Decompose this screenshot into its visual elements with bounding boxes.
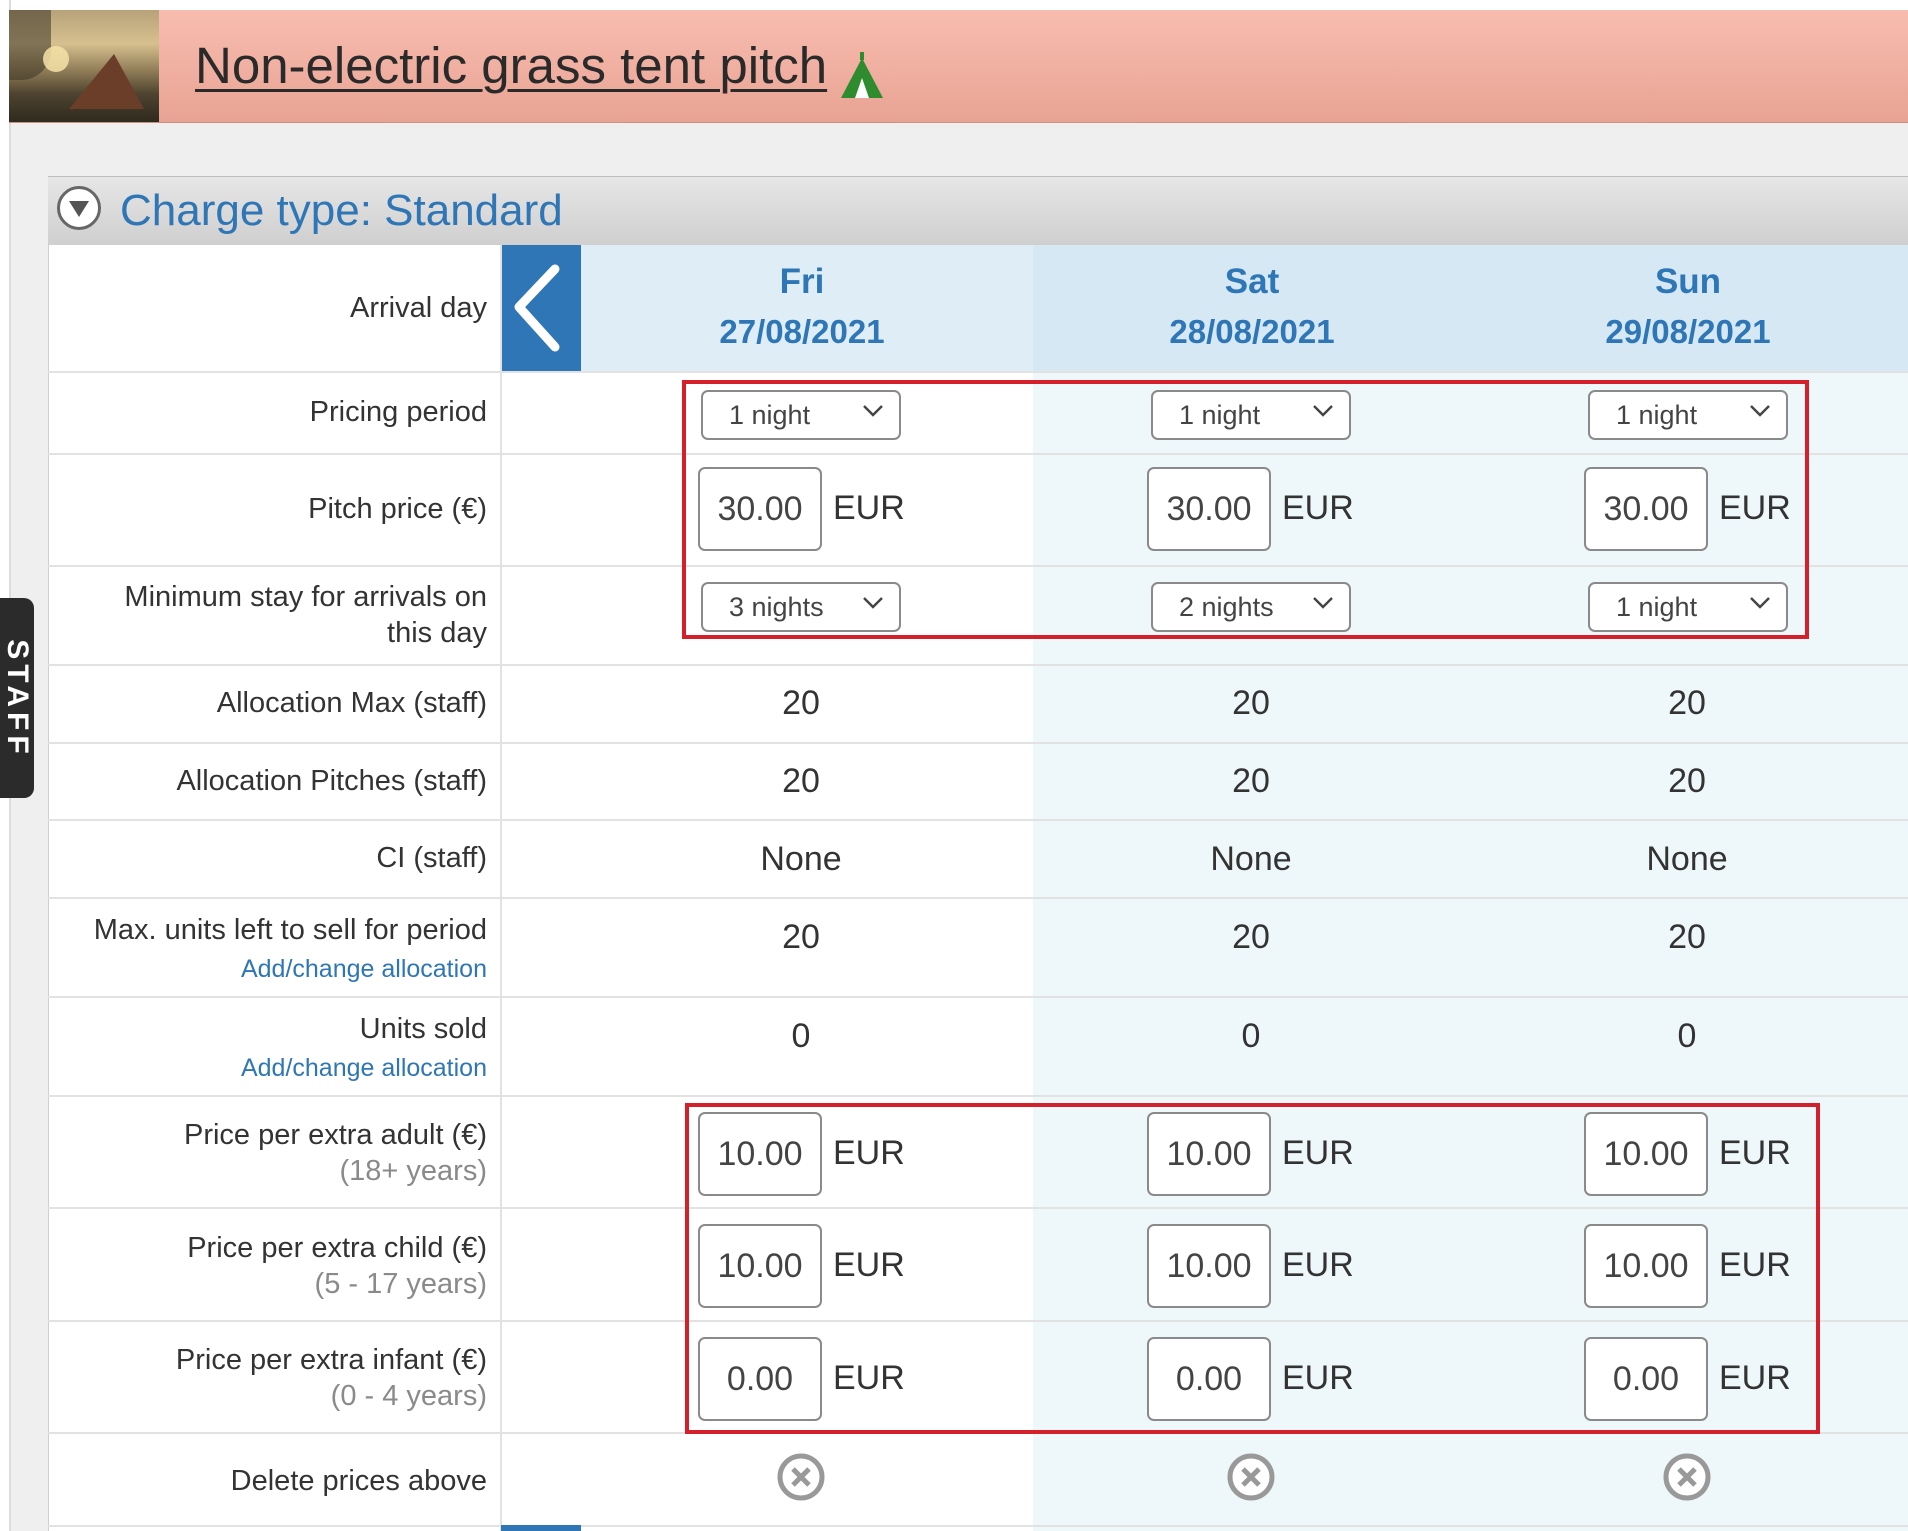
alloc-max-value: 20 [1668, 684, 1706, 722]
delete-icon[interactable] [1662, 1452, 1712, 1502]
pitch-price-label: Pitch price (€) [308, 493, 487, 525]
unit-header: Non-electric grass tent pitch [9, 10, 1908, 123]
ci-value: None [1646, 840, 1728, 878]
row-divider [48, 996, 1908, 998]
max-units-value: 20 [1668, 918, 1706, 956]
chevron-left-icon [514, 264, 560, 352]
label-column-divider [500, 245, 502, 1531]
add-change-allocation-link[interactable]: Add/change allocation [60, 1050, 487, 1086]
unit-title-link[interactable]: Non-electric grass tent pitch [195, 36, 827, 95]
charge-type-title: Charge type: Standard [120, 186, 563, 235]
max-units-label: Max. units left to sell for period [93, 914, 487, 946]
arrival-day-label: Arrival day [350, 292, 487, 324]
units-sold-value: 0 [791, 1017, 811, 1055]
max-units-value: 20 [782, 918, 820, 956]
extra-infant-label: Price per extra infant (€) [175, 1344, 487, 1376]
min-stay-label: Minimum stay for arrivals on this day [124, 581, 487, 649]
extra-child-label: Price per extra child (€) [187, 1232, 487, 1264]
extra-adult-age: (18+ years) [339, 1155, 487, 1187]
alloc-pitches-value: 20 [782, 762, 820, 800]
ci-value: None [1210, 840, 1292, 878]
max-units-value: 20 [1232, 918, 1270, 956]
alloc-max-value: 20 [1232, 684, 1270, 722]
staff-tab[interactable]: STAFF [0, 598, 34, 798]
row-divider [48, 664, 1908, 666]
extra-infant-age: (0 - 4 years) [330, 1380, 487, 1412]
extra-child-age: (5 - 17 years) [314, 1268, 487, 1300]
row-divider [48, 1095, 1908, 1097]
prev-days-button[interactable] [501, 245, 581, 371]
row-divider [48, 819, 1908, 821]
row-divider [48, 742, 1908, 744]
staff-tab-label: STAFF [1, 639, 34, 759]
charge-type-bar[interactable]: Charge type: Standard [48, 176, 1908, 245]
units-sold-value: 0 [1677, 1017, 1697, 1055]
tent-icon [841, 52, 883, 98]
alloc-pitches-value: 20 [1668, 762, 1706, 800]
add-change-allocation-link[interactable]: Add/change allocation [60, 951, 487, 987]
alloc-max-label: Allocation Max (staff) [216, 687, 487, 719]
collapse-toggle-icon[interactable] [57, 186, 101, 230]
units-sold-value: 0 [1241, 1017, 1261, 1055]
pricing-period-label: Pricing period [309, 396, 487, 428]
row-divider [48, 1525, 1908, 1527]
delete-icon[interactable] [776, 1452, 826, 1502]
alloc-max-value: 20 [782, 684, 820, 722]
day-date: 29/08/2021 [1605, 313, 1771, 350]
highlight-box [682, 380, 1809, 639]
ci-value: None [760, 840, 842, 878]
day-date: 27/08/2021 [719, 313, 885, 350]
extra-adult-label: Price per extra adult (€) [183, 1119, 487, 1151]
next-button-edge[interactable] [501, 1525, 581, 1531]
day-name: Sun [1654, 262, 1722, 301]
campsite-photo [9, 10, 159, 122]
delete-prices-label: Delete prices above [230, 1465, 487, 1497]
alloc-pitches-value: 20 [1232, 762, 1270, 800]
delete-icon[interactable] [1226, 1452, 1276, 1502]
row-divider [48, 897, 1908, 899]
alloc-pitches-label: Allocation Pitches (staff) [176, 765, 487, 797]
day-name: Fri [779, 262, 825, 301]
row-divider [48, 371, 1908, 373]
day-date: 28/08/2021 [1169, 313, 1335, 350]
ci-label: CI (staff) [376, 842, 487, 874]
units-sold-label: Units sold [359, 1013, 487, 1045]
day-name: Sat [1224, 262, 1280, 301]
highlight-box [685, 1103, 1820, 1434]
